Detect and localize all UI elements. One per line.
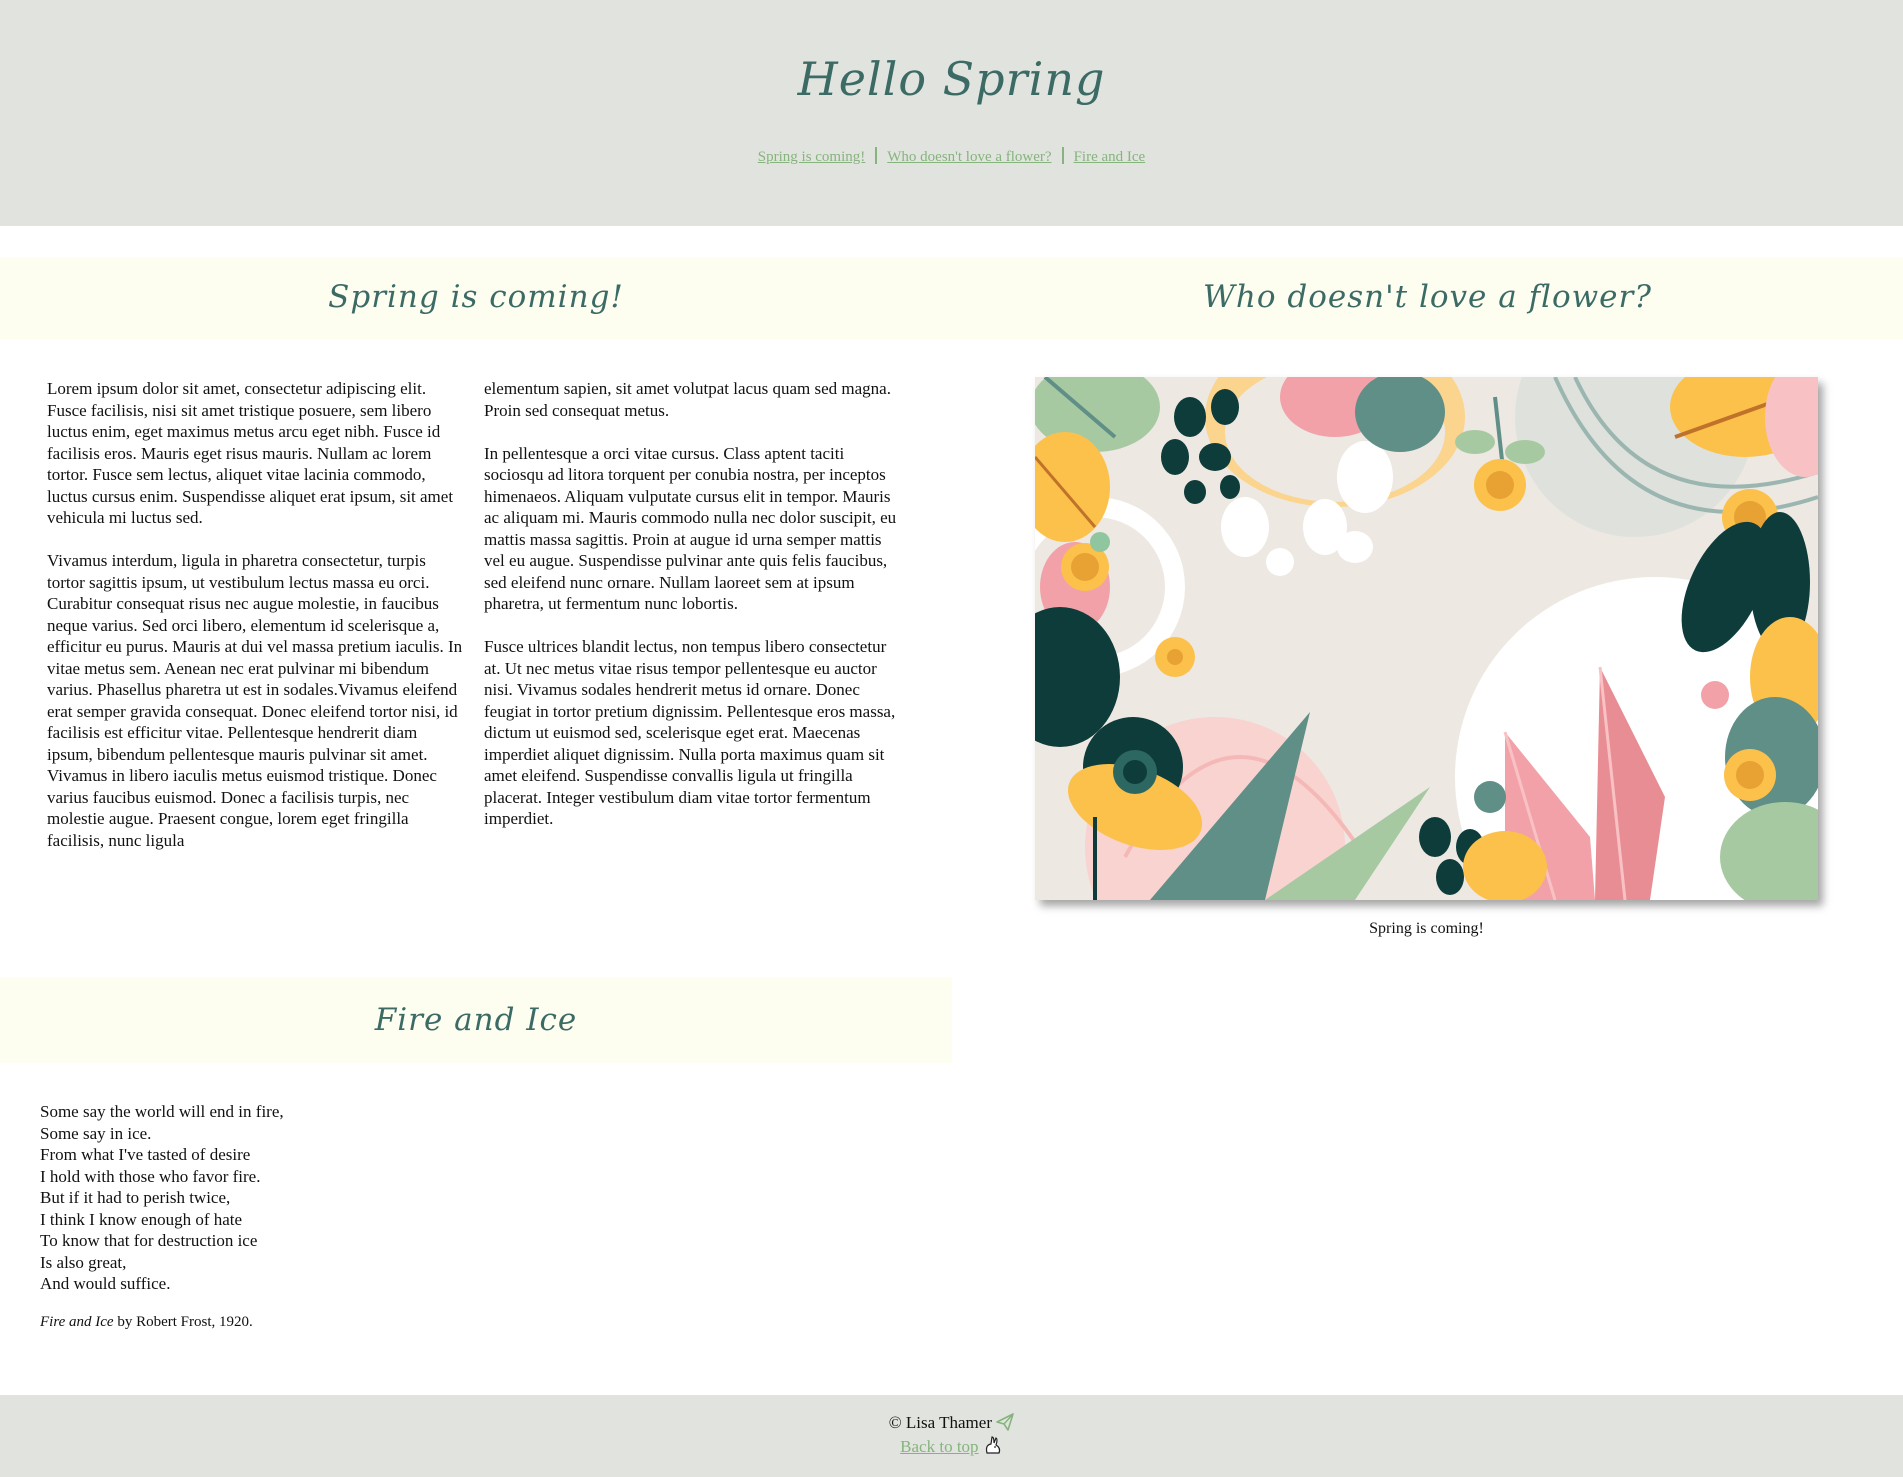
nav-divider: [875, 147, 878, 164]
paper-plane-icon: [996, 1413, 1015, 1431]
footer-back-to-top-line: Back to top: [0, 1435, 1903, 1457]
site-header: Hello Spring Spring is coming! Who doesn'…: [0, 0, 1903, 226]
flower-figure: Spring is coming!: [1035, 377, 1818, 938]
section-band-spring: Spring is coming!: [0, 257, 952, 339]
section-band-fire: Fire and Ice: [0, 977, 952, 1063]
poem-line: I think I know enough of hate: [40, 1209, 243, 1229]
section-band-flower: Who doesn't love a flower?: [952, 257, 1903, 339]
nav-link-fire[interactable]: Fire and Ice: [1074, 149, 1146, 165]
nav-link-flower[interactable]: Who doesn't love a flower?: [887, 149, 1051, 165]
section-title-fire: Fire and Ice: [374, 1002, 578, 1038]
copyright-text: © Lisa Thamer: [888, 1413, 992, 1432]
site-title: Hello Spring: [797, 52, 1106, 106]
site-footer: © Lisa Thamer Back to top: [0, 1395, 1903, 1477]
paragraph: In pellentesque a orci vitae cursus. Cla…: [484, 443, 897, 614]
paragraph: elementum sapien, sit amet volutpat lacu…: [484, 379, 891, 420]
poem-credit-title: Fire and Ice: [40, 1314, 114, 1330]
paragraph: Vivamus interdum, ligula in pharetra con…: [47, 551, 463, 850]
poem-line: And would suffice.: [40, 1274, 171, 1293]
poem-line: I hold with those who favor fire.: [40, 1166, 261, 1186]
footer-copyright-line: © Lisa Thamer: [0, 1413, 1903, 1433]
poem-line: From what I've tasted of desire: [40, 1145, 251, 1164]
section-title-spring: Spring is coming!: [328, 279, 624, 315]
poem-line: But if it had to perish twice,: [40, 1188, 231, 1207]
main-nav: Spring is coming! Who doesn't love a flow…: [0, 147, 1903, 166]
text-column-left: Lorem ipsum dolor sit amet, consectetur …: [47, 378, 467, 873]
poem-line: To know that for destruction ice: [40, 1231, 258, 1250]
poem-line: Some say in ice.: [40, 1123, 152, 1143]
poem-line: Is also great,: [40, 1252, 127, 1272]
back-to-top-link[interactable]: Back to top: [900, 1437, 978, 1456]
rabbit-icon: [985, 1436, 1000, 1454]
nav-divider: [1061, 147, 1064, 164]
paragraph: Fusce ultrices blandit lectus, non tempu…: [484, 637, 896, 828]
text-column-right: elementum sapien, sit amet volutpat lacu…: [484, 378, 904, 851]
poem-credit-author: by Robert Frost, 1920.: [113, 1314, 253, 1330]
figure-caption: Spring is coming!: [1369, 920, 1484, 937]
poem-line: Some say the world will end in fire,: [40, 1102, 284, 1121]
paragraph: Lorem ipsum dolor sit amet, consectetur …: [47, 379, 454, 527]
poem: Some say the world will end in fire, Som…: [40, 1101, 284, 1295]
section-title-flower: Who doesn't love a flower?: [1203, 279, 1652, 315]
poem-credit: Fire and Ice by Robert Frost, 1920.: [40, 1314, 253, 1331]
nav-link-spring[interactable]: Spring is coming!: [758, 149, 866, 165]
floral-illustration: [1035, 377, 1818, 900]
